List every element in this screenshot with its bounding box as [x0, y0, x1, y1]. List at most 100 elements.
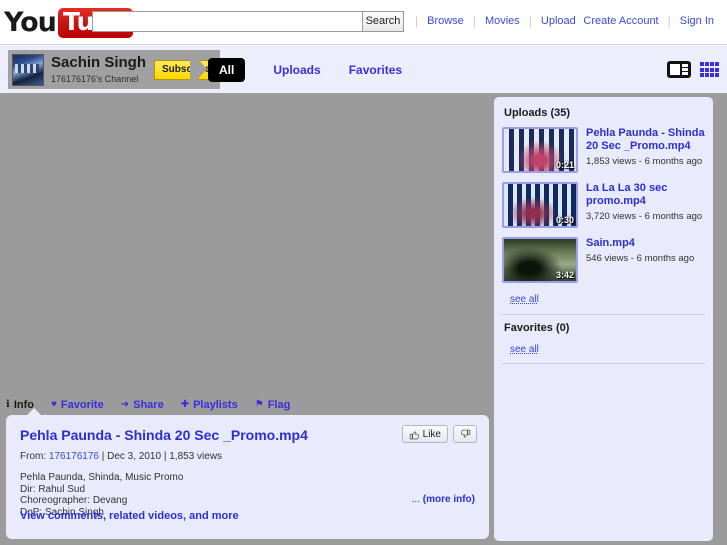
uploader-link[interactable]: 176176176 — [49, 451, 99, 462]
grid-cell — [710, 73, 714, 77]
uploads-heading: Uploads (35) — [504, 107, 571, 119]
video-duration: 3:42 — [555, 270, 574, 280]
grid-cell — [700, 73, 704, 77]
description-line: Dir: Rahul Sud — [20, 483, 86, 495]
video-submeta: From: 176176176 | Dec 3, 2010 | 1,853 vi… — [20, 451, 475, 463]
view-mode-toggle — [667, 46, 719, 93]
more-info-link[interactable]: (more info) — [423, 494, 475, 505]
sidebar-divider — [502, 363, 705, 364]
favorites-see-all-link[interactable]: see all — [510, 344, 539, 355]
grid-cell — [715, 73, 719, 77]
search-button[interactable]: Search — [362, 11, 404, 32]
dislike-button[interactable] — [453, 425, 477, 443]
tab-playlists[interactable]: ✚ Playlists — [181, 399, 238, 411]
primary-nav: | Browse | Movies | Upload — [415, 15, 585, 27]
tab-favorite-label: Favorite — [60, 399, 104, 411]
grid-cell — [705, 67, 709, 72]
player-view-icon[interactable] — [667, 61, 691, 78]
channel-bar: Sachin Singh 176176176's Channel Subscri… — [0, 46, 727, 93]
thumbs-down-icon — [460, 429, 470, 438]
video-title-link[interactable]: Pehla Paunda - Shinda 20 Sec _Promo.mp4 — [586, 127, 705, 153]
info-icon: ℹ — [6, 399, 10, 410]
description-line: Pehla Paunda, Shinda, Music Promo — [20, 472, 184, 483]
channel-tab-favorites[interactable]: Favorites — [349, 63, 402, 77]
tab-flag[interactable]: ⚑ Flag — [255, 399, 291, 411]
video-thumbnail[interactable]: 0:21 — [502, 127, 578, 173]
tab-share[interactable]: ➜ Share — [121, 399, 164, 411]
heart-icon: ♥ — [50, 399, 57, 410]
grid-cell — [715, 62, 719, 66]
grid-cell — [705, 62, 709, 66]
list-item-info: Sain.mp4 546 views - 6 months ago — [586, 237, 694, 283]
logo-you-text: You — [4, 7, 57, 38]
share-arrow-icon: ➜ — [120, 399, 130, 410]
content-area: ℹ Info ♥ Favorite ➜ Share ✚ Playlists ⚑ … — [0, 93, 727, 545]
grid-cell — [700, 62, 704, 66]
video-title-link[interactable]: Sain.mp4 — [586, 237, 694, 250]
video-meta: 1,853 views - 6 months ago — [586, 156, 703, 167]
like-button[interactable]: Like — [401, 425, 448, 443]
video-thumbnail[interactable]: 0:30 — [502, 182, 578, 228]
video-thumbnail[interactable]: 3:42 — [502, 237, 578, 283]
sign-in-link[interactable]: Sign In — [671, 15, 723, 27]
grid-view-icon[interactable] — [700, 62, 719, 77]
nav-item-browse[interactable]: Browse — [418, 15, 473, 27]
plus-icon: ✚ — [180, 399, 190, 410]
channel-subtitle: 176176176's Channel — [51, 74, 139, 84]
favorites-heading: Favorites (0) — [504, 322, 570, 334]
from-label: From: — [20, 451, 47, 462]
description-line: Choreographer: Devang — [20, 495, 128, 506]
uploads-list: 0:21 Pehla Paunda - Shinda 20 Sec _Promo… — [502, 127, 705, 283]
view-count: 1,853 views — [169, 451, 223, 462]
nav-item-movies[interactable]: Movies — [476, 15, 529, 27]
video-duration: 0:30 — [555, 215, 574, 225]
channel-tab-all[interactable]: All — [208, 57, 246, 82]
channel-tab-uploads[interactable]: Uploads — [273, 63, 320, 77]
grid-cell — [710, 62, 714, 66]
channel-sidebar: Uploads (35) 0:21 Pehla Paunda - Shinda … — [494, 97, 713, 541]
video-duration: 0:21 — [555, 160, 574, 170]
channel-identity[interactable]: Sachin Singh 176176176's Channel Subscri… — [8, 50, 221, 89]
list-item[interactable]: 0:21 Pehla Paunda - Shinda 20 Sec _Promo… — [502, 127, 705, 173]
tab-share-label: Share — [133, 399, 164, 411]
masthead: YouTube Search | Browse | Movies | Uploa… — [0, 0, 727, 45]
grid-cell — [700, 67, 704, 72]
youtube-channel-page: YouTube Search | Browse | Movies | Uploa… — [0, 0, 727, 545]
uploads-see-all-link[interactable]: see all — [510, 294, 539, 305]
video-player[interactable] — [6, 97, 489, 397]
list-item[interactable]: 3:42 Sain.mp4 546 views - 6 months ago — [502, 237, 705, 283]
rating-buttons: Like — [401, 425, 477, 443]
list-item[interactable]: 0:30 La La La 30 sec promo.mp4 3,720 vie… — [502, 182, 705, 228]
video-info-panel: Pehla Paunda - Shinda 20 Sec _Promo.mp4 … — [6, 415, 489, 539]
channel-tab-arrow — [190, 50, 207, 88]
tab-flag-label: Flag — [267, 399, 291, 411]
view-comments-link[interactable]: View comments, related videos, and more — [20, 510, 239, 522]
video-title-link[interactable]: La La La 30 sec promo.mp4 — [586, 182, 705, 208]
account-nav: Create Account | Sign In — [574, 15, 723, 27]
more-info-ellipsis: ... — [411, 494, 420, 505]
video-title[interactable]: Pehla Paunda - Shinda 20 Sec _Promo.mp4 — [20, 427, 390, 443]
like-label: Like — [422, 428, 441, 440]
thumbs-up-icon — [409, 430, 419, 439]
channel-avatar — [12, 53, 44, 86]
search-field-wrapper[interactable] — [92, 11, 362, 32]
video-meta: 3,720 views - 6 months ago — [586, 211, 703, 222]
video-action-tabs: ℹ Info ♥ Favorite ➜ Share ✚ Playlists ⚑ … — [6, 395, 307, 415]
grid-cell — [710, 67, 714, 72]
more-info-wrapper: ... (more info) — [412, 494, 475, 505]
grid-cell — [715, 67, 719, 72]
flag-icon: ⚑ — [254, 399, 264, 410]
grid-cell — [705, 73, 709, 77]
search-input[interactable] — [93, 12, 362, 31]
list-item-info: Pehla Paunda - Shinda 20 Sec _Promo.mp4 … — [586, 127, 705, 173]
channel-meta: Sachin Singh 176176176's Channel — [51, 54, 146, 85]
tab-playlists-label: Playlists — [193, 399, 238, 411]
channel-nav: All Uploads Favorites — [208, 46, 402, 93]
list-item-info: La La La 30 sec promo.mp4 3,720 views - … — [586, 182, 705, 228]
channel-name: Sachin Singh — [51, 54, 147, 71]
tab-favorite[interactable]: ♥ Favorite — [51, 399, 104, 411]
meta-separator: | — [101, 451, 105, 462]
video-meta: 546 views - 6 months ago — [586, 253, 695, 264]
upload-date: Dec 3, 2010 — [107, 451, 162, 462]
create-account-link[interactable]: Create Account — [574, 15, 667, 27]
